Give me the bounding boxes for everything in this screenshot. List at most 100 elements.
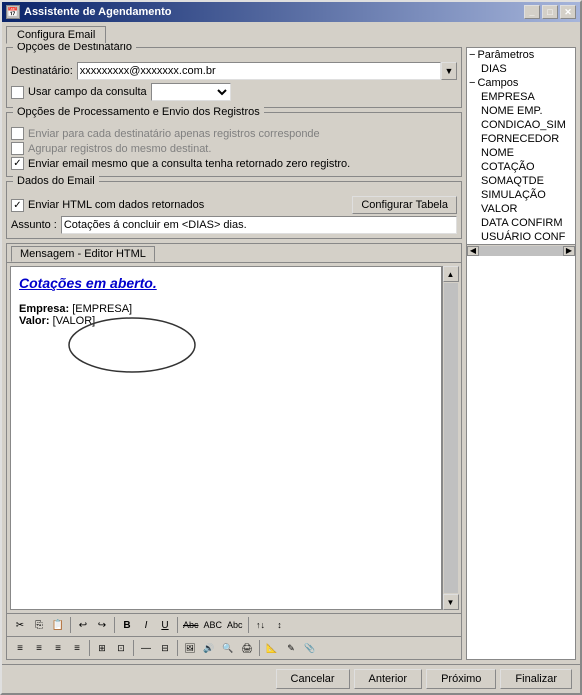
window-icon: 📅	[6, 5, 20, 19]
valor-label: Valor:	[19, 315, 50, 327]
processamento-content: Enviar para cada destinatário apenas reg…	[11, 127, 457, 170]
tree-field-item[interactable]: FORNECEDOR	[479, 132, 575, 146]
tree-field-item[interactable]: SIMULAÇÃO	[479, 188, 575, 202]
toolbar-undo-button[interactable]: ↩	[74, 616, 92, 634]
toolbar-table2-button[interactable]: ⊡	[112, 639, 130, 657]
html-editor-section: Mensagem - Editor HTML Cotações em abert…	[6, 243, 462, 660]
empresa-row: Empresa: [EMPRESA]	[19, 303, 433, 315]
toolbar-cut-button[interactable]: ✂	[11, 616, 29, 634]
tree-field-item[interactable]: VALOR	[479, 202, 575, 216]
minimize-button[interactable]: _	[524, 5, 540, 19]
bottom-bar: Cancelar Anterior Próximo Finalizar	[2, 664, 580, 693]
toolbar-sortdesc-button[interactable]: ↕	[271, 616, 289, 634]
destinatario-group: Opções de Destinatário Destinatário: ▼ U…	[6, 47, 462, 108]
toolbar-sep-2	[114, 617, 115, 633]
valor-row: Valor: [VALOR]	[19, 315, 433, 327]
toolbar-align-center-button[interactable]: ≡	[30, 639, 48, 657]
toolbar-edit-button[interactable]: ✎	[282, 639, 300, 657]
toolbar-media-button[interactable]: 🔊	[200, 639, 218, 657]
tree-campos-label: Campos	[477, 77, 518, 89]
toolbar-justify-button[interactable]: ≡	[68, 639, 86, 657]
editor-body: Empresa: [EMPRESA] Valor: [VALOR]	[19, 303, 433, 327]
dados-email-legend: Dados do Email	[13, 175, 99, 187]
check2-checkbox[interactable]	[11, 142, 24, 155]
check1-checkbox[interactable]	[11, 127, 24, 140]
toolbar-search-button[interactable]: 🔍	[219, 639, 237, 657]
tree-field-item[interactable]: USUÁRIO CONF	[479, 230, 575, 244]
finalizar-button[interactable]: Finalizar	[500, 669, 572, 689]
scroll-up-button[interactable]: ▲	[443, 266, 459, 282]
tree-field-item[interactable]: EMPRESA	[479, 90, 575, 104]
configurar-tabela-button[interactable]: Configurar Tabela	[352, 196, 457, 214]
toolbar-align-right-button[interactable]: ≡	[49, 639, 67, 657]
destinatario-input[interactable]	[77, 62, 441, 80]
anterior-button[interactable]: Anterior	[354, 669, 423, 689]
toolbar-print-button[interactable]: 🖨	[238, 639, 256, 657]
toolbar-italic-button[interactable]: I	[137, 616, 155, 634]
toolbar-underline-button[interactable]: U	[156, 616, 174, 634]
close-button[interactable]: ✕	[560, 5, 576, 19]
tree-field-item[interactable]: SOMAQTDE	[479, 174, 575, 188]
usar-campo-checkbox[interactable]	[11, 86, 24, 99]
destinatario-content: Destinatário: ▼ Usar campo da consulta	[11, 62, 457, 101]
toolbar-sep-4	[248, 617, 249, 633]
toolbar-align-left-button[interactable]: ≡	[11, 639, 29, 657]
tree-field-item[interactable]: NOME	[479, 146, 575, 160]
toolbar-attach-button[interactable]: 📎	[301, 639, 319, 657]
toolbar-sep-6	[133, 640, 134, 656]
html-checkbox[interactable]	[11, 199, 24, 212]
toolbar-table-button[interactable]: ⊞	[93, 639, 111, 657]
tree-parametros-label: Parâmetros	[477, 49, 534, 61]
maximize-button[interactable]: □	[542, 5, 558, 19]
usar-campo-label: Usar campo da consulta	[28, 86, 147, 98]
editor-with-scroll: Cotações em aberto. Empresa: [EMPRESA] V…	[7, 263, 461, 613]
window-title: Assistente de Agendamento	[24, 6, 172, 18]
toolbar-checkbox2-button[interactable]: ⊟	[156, 639, 174, 657]
toolbar-image-button[interactable]: 🖼	[181, 639, 199, 657]
destinatario-dropdown-button[interactable]: ▼	[441, 62, 457, 80]
editor-title: Cotações em aberto.	[19, 275, 433, 291]
toolbar-sep-8	[259, 640, 260, 656]
usar-campo-dropdown[interactable]	[151, 83, 231, 101]
left-panel: Opções de Destinatário Destinatário: ▼ U…	[6, 47, 462, 660]
tree-field-item[interactable]: DATA CONFIRM	[479, 216, 575, 230]
tree-field-item[interactable]: NOME EMP.	[479, 104, 575, 118]
tree-dias-item[interactable]: DIAS	[479, 62, 575, 76]
scroll-down-button[interactable]: ▼	[443, 594, 459, 610]
check3-checkbox[interactable]	[11, 157, 24, 170]
editor-tab[interactable]: Mensagem - Editor HTML	[11, 246, 155, 262]
toolbar-hr-button[interactable]: —	[137, 639, 155, 657]
tree-parametros-root[interactable]: − Parâmetros	[467, 48, 575, 62]
check2-label: Agrupar registros do mesmo destinat.	[28, 143, 211, 155]
processamento-group: Opções de Processamento e Envio dos Regi…	[6, 112, 462, 177]
editor-scroll-area[interactable]: Cotações em aberto. Empresa: [EMPRESA] V…	[11, 267, 441, 609]
destinatario-row: Destinatário: ▼	[11, 62, 457, 80]
check1-row: Enviar para cada destinatário apenas reg…	[11, 127, 457, 140]
toolbar-link-button[interactable]: 📐	[263, 639, 281, 657]
toolbar-paste-button[interactable]: 📋	[49, 616, 67, 634]
toolbar-bold-button[interactable]: B	[118, 616, 136, 634]
right-panel-scrollbar[interactable]: ◀ ▶	[467, 244, 575, 256]
scroll-left-button[interactable]: ◀	[467, 246, 479, 256]
toolbar-sortasc-button[interactable]: ↑↓	[252, 616, 270, 634]
tree-campos-toggle: −	[469, 77, 475, 89]
valor-value: [VALOR]	[53, 315, 96, 327]
html-label: Enviar HTML com dados retornados	[28, 199, 204, 211]
cancelar-button[interactable]: Cancelar	[276, 669, 350, 689]
editor-content: Cotações em aberto. Empresa: [EMPRESA] V…	[10, 266, 442, 610]
toolbar-uppercase-button[interactable]: ABC	[202, 616, 225, 634]
scroll-right-button[interactable]: ▶	[563, 246, 575, 256]
check3-row: Enviar email mesmo que a consulta tenha …	[11, 157, 457, 170]
tree-field-item[interactable]: COTAÇÃO	[479, 160, 575, 174]
editor-tab-bar: Mensagem - Editor HTML	[7, 244, 461, 263]
toolbar-strikethrough-button[interactable]: Abc	[181, 616, 201, 634]
tree-field-item[interactable]: CONDICAO_SIM	[479, 118, 575, 132]
editor-scrollbar: ▲ ▼	[442, 266, 458, 610]
toolbar-copy-button[interactable]: ⎘	[30, 616, 48, 634]
tab-configura-email[interactable]: Configura Email	[6, 26, 106, 44]
tree-campos-root[interactable]: − Campos	[467, 76, 575, 90]
toolbar-redo-button[interactable]: ↪	[93, 616, 111, 634]
assunto-input[interactable]	[61, 216, 457, 234]
proximo-button[interactable]: Próximo	[426, 669, 496, 689]
toolbar-lowercase-button[interactable]: Abc	[225, 616, 245, 634]
